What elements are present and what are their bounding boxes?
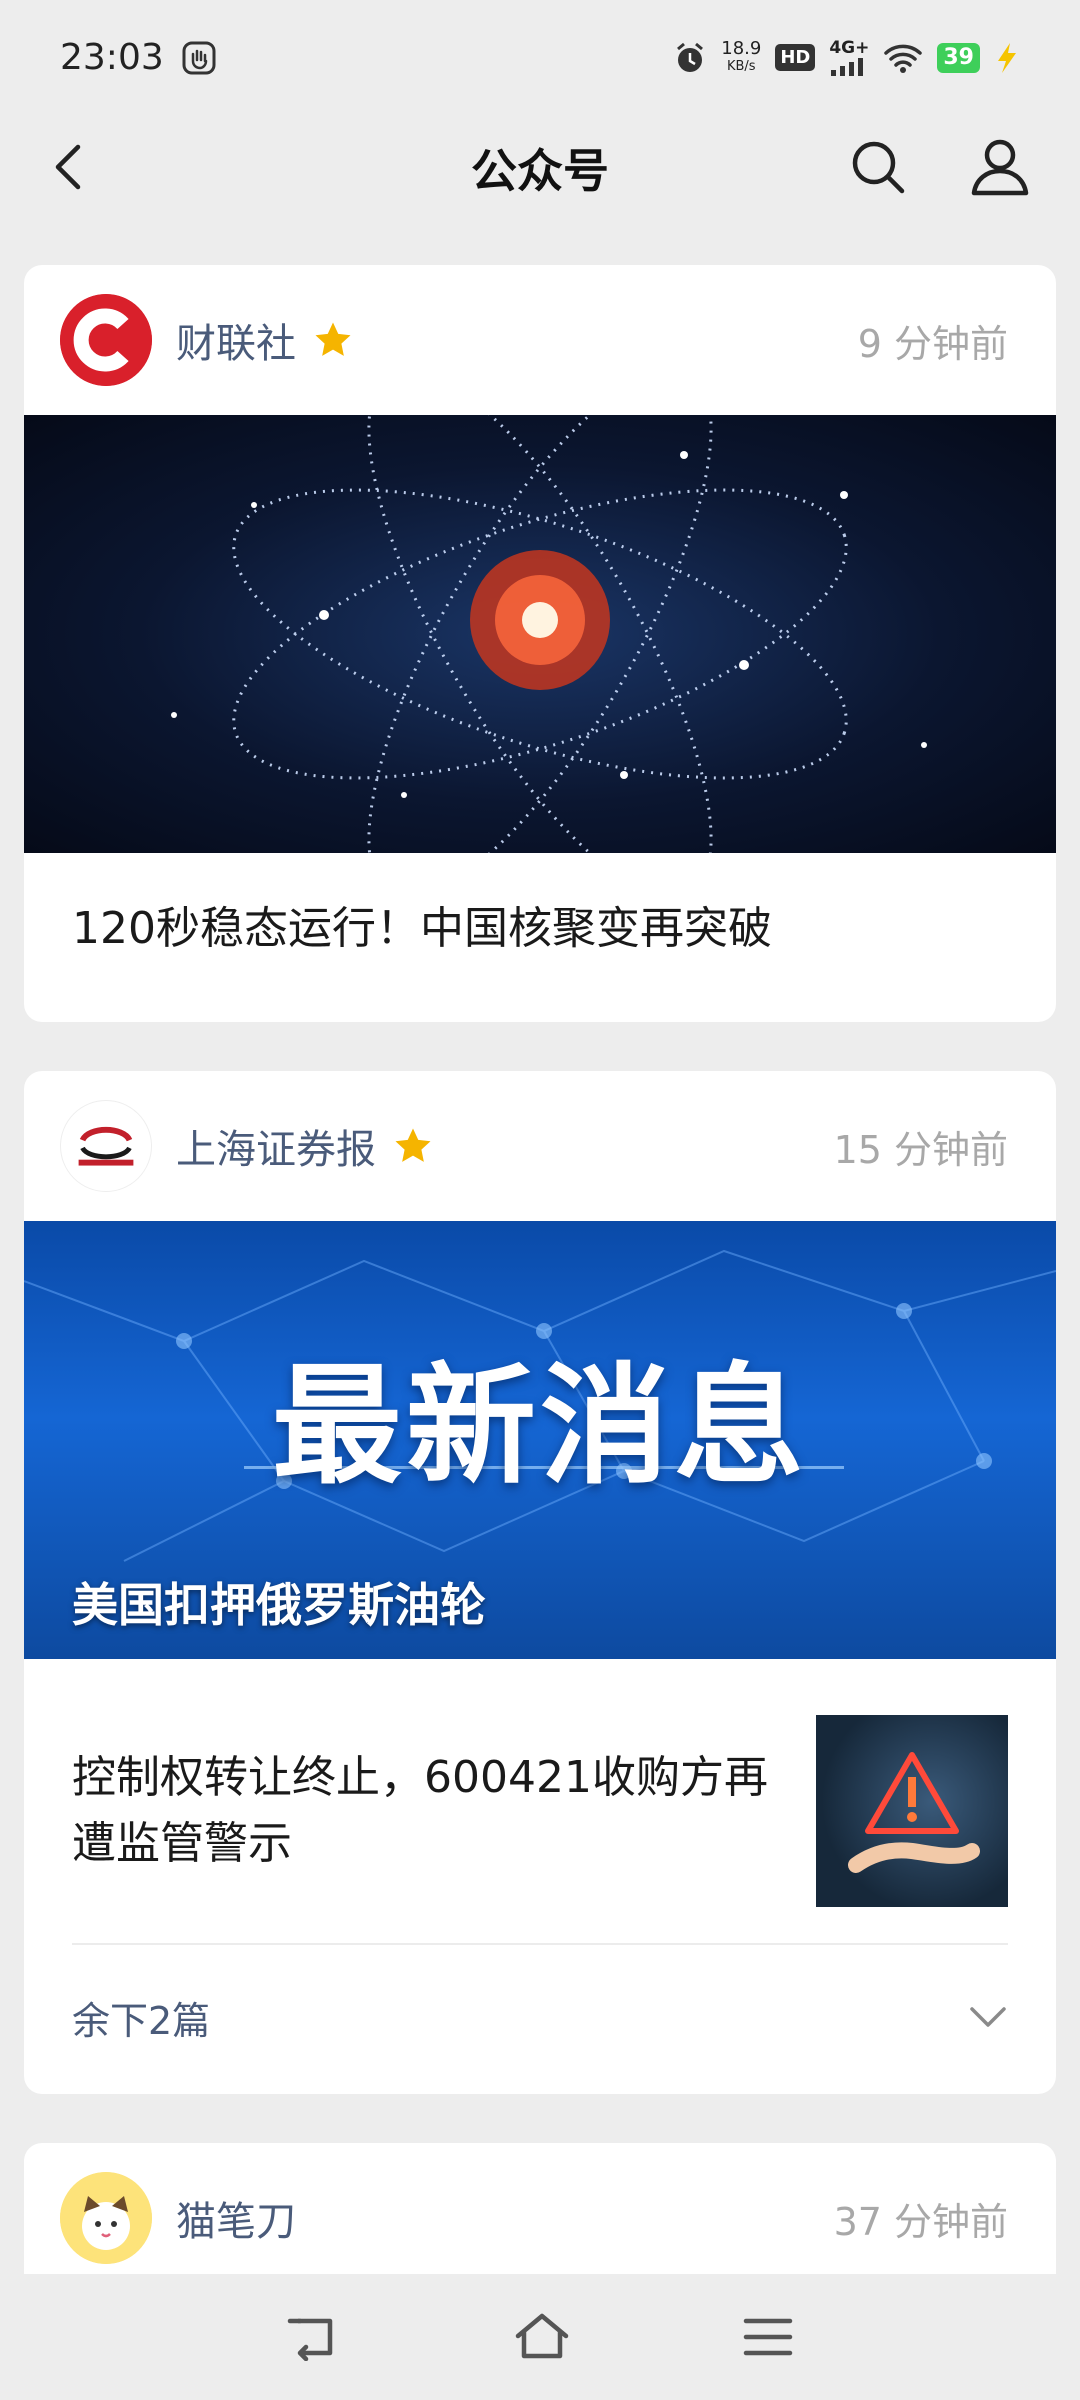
article-card[interactable]: 财联社 9 分钟前 120秒稳态运行！中国核聚变再突破 (24, 265, 1056, 1022)
card-header: 上海证券报 15 分钟前 (24, 1071, 1056, 1221)
article-headline[interactable]: 120秒稳态运行！中国核聚变再突破 (24, 853, 1056, 959)
page-title: 公众号 (471, 143, 609, 198)
star-icon (315, 322, 351, 356)
star-icon (395, 1128, 431, 1162)
system-menu-icon[interactable] (742, 2315, 794, 2359)
account-avatar[interactable] (60, 294, 152, 386)
hd-badge: HD (775, 44, 816, 71)
cat-avatar-icon (60, 2172, 152, 2264)
article-cover-image[interactable] (24, 415, 1056, 853)
banner-headline: 最新消息 (271, 1350, 808, 1502)
account-avatar[interactable] (60, 2172, 152, 2264)
cailianshe-logo-icon (60, 294, 152, 386)
status-time: 23:03 (60, 37, 164, 78)
battery-icon: 39 (937, 42, 980, 73)
nav-bar: 公众号 (0, 115, 1080, 220)
net-speed: 18.9 KB/s (721, 37, 762, 76)
card-header: 财联社 9 分钟前 (24, 265, 1056, 415)
chevron-down-icon[interactable] (968, 2005, 1008, 2029)
more-articles-toggle[interactable]: 余下2篇 (24, 1945, 1056, 2089)
net-speed-value: 18.9 (721, 37, 762, 59)
account-name[interactable]: 上海证券报 (176, 1117, 376, 1175)
time-ago: 9 分钟前 (857, 321, 1008, 366)
sub-article-row[interactable]: 控制权转让终止，600421收购方再遭监管警示 (24, 1659, 1056, 1943)
shanghai-securities-logo-icon (61, 1101, 151, 1191)
account-name[interactable]: 财联社 (176, 311, 296, 369)
article-card[interactable]: 上海证券报 15 分钟前 最新消息 美国扣押俄罗斯油轮 控制权转让终止，6004… (24, 1071, 1056, 2094)
back-icon[interactable] (40, 137, 100, 197)
article-cover-image[interactable]: 最新消息 美国扣押俄罗斯油轮 (24, 1221, 1056, 1659)
status-icons: 18.9 KB/s HD 4G+ 39 (673, 37, 1020, 76)
status-bar: 23:03 18.9 KB/s HD 4G+ 39 (0, 0, 1080, 115)
battery-level: 39 (943, 45, 974, 70)
card-header: 猫笔刀 37 分钟前 (24, 2143, 1056, 2293)
network-type: 4G+ (829, 37, 870, 58)
more-articles-label[interactable]: 余下2篇 (72, 1990, 210, 2045)
system-nav-bar (0, 2274, 1080, 2400)
signal-group: 4G+ (829, 37, 870, 76)
time-ago: 37 分钟前 (833, 2199, 1008, 2244)
charging-icon (998, 42, 1016, 73)
signal-icon (831, 57, 864, 76)
alarm-icon (677, 42, 704, 72)
net-speed-unit: KB/s (726, 58, 756, 74)
profile-icon[interactable] (968, 135, 1032, 199)
system-home-icon[interactable] (512, 2312, 572, 2362)
sub-article-title[interactable]: 控制权转让终止，600421收购方再遭监管警示 (72, 1745, 776, 1877)
account-name[interactable]: 猫笔刀 (176, 2189, 296, 2247)
warning-hand-icon (848, 1752, 980, 1873)
account-avatar[interactable] (60, 1100, 152, 1192)
search-icon[interactable] (848, 137, 908, 197)
status-time-group: 23:03 (60, 37, 216, 78)
banner-caption[interactable]: 美国扣押俄罗斯油轮 (72, 1569, 486, 1635)
time-ago: 15 分钟前 (833, 1127, 1008, 1172)
system-back-icon[interactable] (286, 2313, 342, 2361)
wifi-icon (884, 44, 923, 73)
sub-article-thumbnail[interactable] (816, 1715, 1008, 1907)
hand-icon (182, 41, 216, 74)
atom-image (171, 415, 927, 853)
